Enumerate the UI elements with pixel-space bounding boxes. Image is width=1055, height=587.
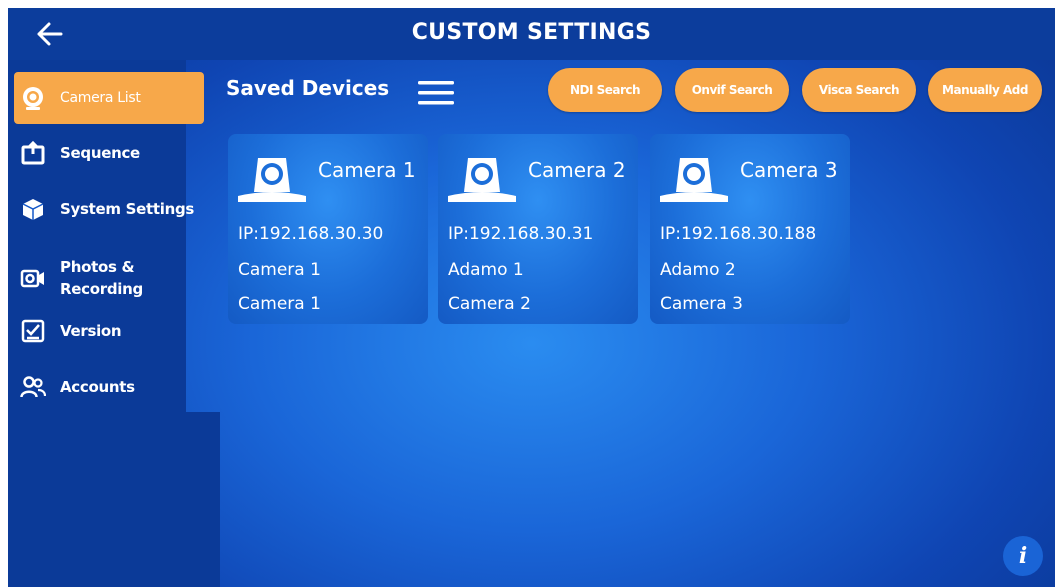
ptz-camera-icon <box>238 158 306 202</box>
device-line-2: Camera 1 <box>238 260 321 280</box>
hamburger-menu-icon[interactable] <box>416 78 456 108</box>
ndi-search-button[interactable]: NDI Search <box>548 68 662 112</box>
camera-list-icon <box>23 87 43 110</box>
sidebar-item-sequence[interactable]: Sequence <box>14 140 204 166</box>
accounts-icon <box>20 376 46 398</box>
sidebar-item-system-settings[interactable]: System Settings <box>14 196 204 222</box>
device-card-1[interactable]: Camera 1 IP:192.168.30.30 Camera 1 Camer… <box>228 134 428 324</box>
ptz-camera-icon <box>448 158 516 202</box>
sidebar-item-label: Accounts <box>60 378 135 396</box>
sidebar-item-label: Photos & Recording <box>60 258 143 298</box>
top-bar: CUSTOM SETTINGS <box>8 8 1055 60</box>
sequence-icon <box>21 140 45 165</box>
device-card-2[interactable]: Camera 2 IP:192.168.30.31 Adamo 1 Camera… <box>438 134 638 324</box>
onvif-search-button[interactable]: Onvif Search <box>675 68 789 112</box>
device-line-3: Camera 1 <box>238 294 321 314</box>
photos-recording-icon <box>20 269 44 288</box>
sidebar-item-label: Sequence <box>60 144 140 162</box>
sidebar: Camera List Sequence System Settings Pho… <box>8 60 220 587</box>
device-line-3: Camera 2 <box>448 294 531 314</box>
device-ip: IP:192.168.30.31 <box>448 224 594 244</box>
sidebar-panel-lower <box>8 412 220 587</box>
device-ip: IP:192.168.30.188 <box>660 224 817 244</box>
device-card-3[interactable]: Camera 3 IP:192.168.30.188 Adamo 2 Camer… <box>650 134 850 324</box>
device-line-3: Camera 3 <box>660 294 743 314</box>
manually-add-button[interactable]: Manually Add <box>928 68 1042 112</box>
page-title: CUSTOM SETTINGS <box>411 20 652 45</box>
sidebar-item-label: Version <box>60 322 122 340</box>
ptz-camera-icon <box>660 158 728 202</box>
device-ip: IP:192.168.30.30 <box>238 224 384 244</box>
sidebar-item-accounts[interactable]: Accounts <box>14 374 204 400</box>
device-name: Camera 3 <box>740 158 838 182</box>
sidebar-item-version[interactable]: Version <box>14 318 204 344</box>
device-line-2: Adamo 2 <box>660 260 736 280</box>
sidebar-item-label: System Settings <box>60 200 195 218</box>
device-line-2: Adamo 1 <box>448 260 524 280</box>
info-button[interactable]: i <box>1003 536 1043 576</box>
sidebar-item-label: Camera List <box>60 90 141 106</box>
screen: CUSTOM SETTINGS Camera List Sequence Sys… <box>8 8 1055 587</box>
version-icon <box>21 319 45 343</box>
section-title: Saved Devices <box>226 76 390 100</box>
sidebar-item-camera-list[interactable]: Camera List <box>14 72 204 124</box>
visca-search-button[interactable]: Visca Search <box>802 68 916 112</box>
device-name: Camera 2 <box>528 158 626 182</box>
system-settings-icon <box>22 199 44 220</box>
device-name: Camera 1 <box>318 158 416 182</box>
sidebar-item-photos-recording[interactable]: Photos & Recording <box>14 256 204 300</box>
